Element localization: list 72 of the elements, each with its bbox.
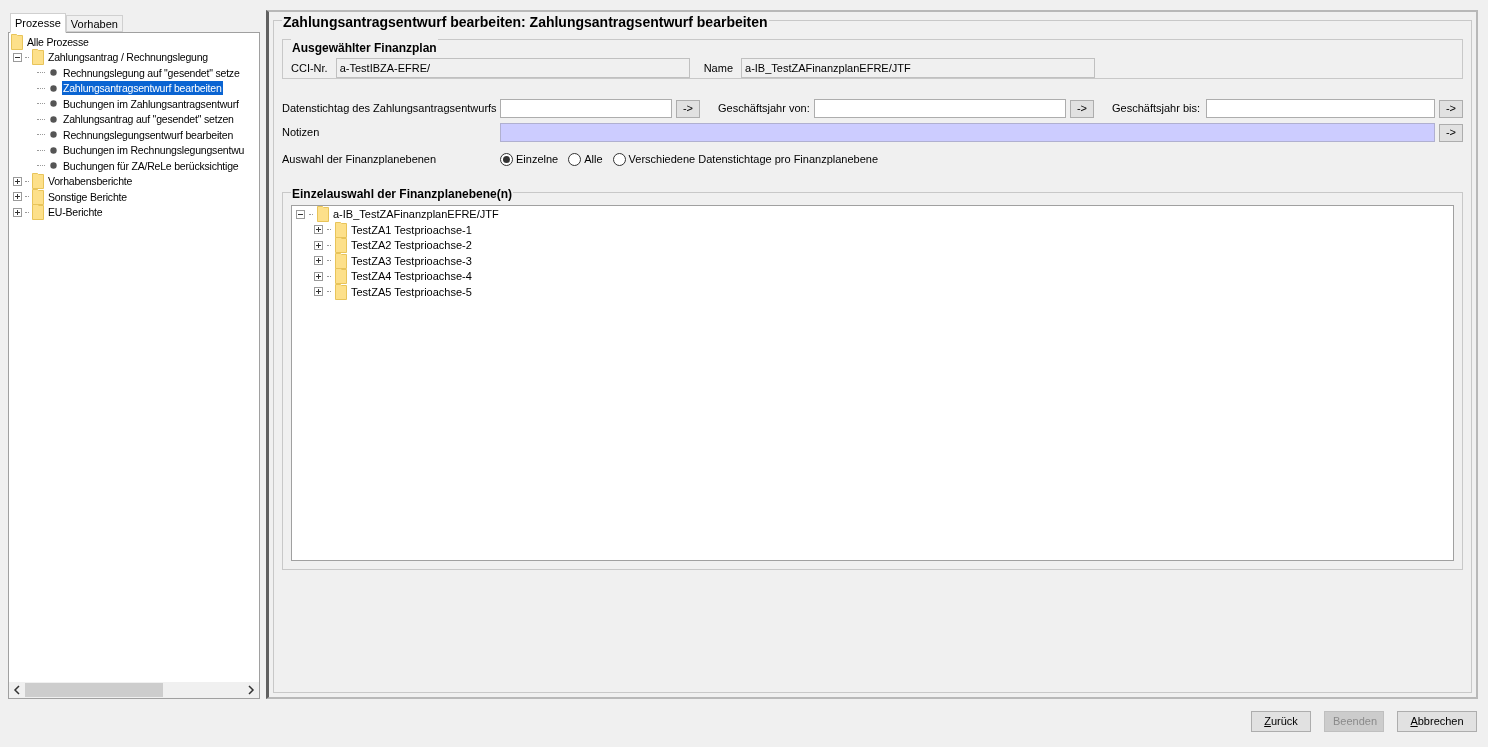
expand-icon[interactable] [314,240,323,250]
folder-icon [335,237,347,254]
bullet-icon [50,84,57,92]
readonly-field: a-IB_TestZAFinanzplanEFRE/JTF [741,58,1095,78]
tree-item[interactable]: TestZA2 Testprioachse-2 [351,238,472,253]
year-to-field[interactable] [1206,99,1435,118]
field-label: Name [703,60,733,76]
tree-item[interactable]: TestZA1 Testprioachse-1 [351,222,472,237]
folder-icon [32,188,44,205]
tree-item[interactable]: TestZA4 Testprioachse-4 [351,269,472,284]
field-label: CCI-Nr. [291,60,328,76]
bullet-icon [50,115,57,123]
folder-icon [317,206,329,223]
tree-item[interactable]: Rechnungslegungsentwurf bearbeiten [62,127,235,142]
tree-item[interactable]: Sonstige Berichte [47,189,128,204]
folder-icon [32,173,44,190]
radio-option[interactable]: Alle [568,151,603,168]
bullet-icon [50,100,57,108]
bullet-icon [50,146,57,154]
tree-item[interactable]: Buchungen im Rechnungslegungsentwu [62,143,246,158]
expand-icon[interactable] [13,192,22,202]
field-label: Geschäftsjahr bis: [1112,101,1202,117]
tree-item[interactable]: TestZA3 Testprioachse-3 [351,253,472,268]
expand-icon[interactable] [314,256,323,266]
tree-item[interactable]: Vorhabensberichte [47,174,134,189]
folder-icon [335,283,347,300]
bullet-icon [50,131,57,139]
collapse-icon[interactable] [296,209,305,219]
collapse-icon[interactable] [13,52,22,62]
expand-icon[interactable] [314,225,323,235]
tree-item[interactable]: TestZA5 Testprioachse-5 [351,284,472,299]
radio-option[interactable]: Einzelne [500,151,559,168]
tree-item[interactable]: Buchungen für ZA/ReLe berücksichtige [62,158,240,173]
apply-button[interactable]: -> [676,99,700,118]
apply-button[interactable]: -> [1439,123,1463,142]
expand-icon[interactable] [314,287,323,297]
readonly-field: a-TestIBZA-EFRE/ [335,58,690,78]
bullet-icon [50,69,57,77]
year-from-field[interactable] [814,99,1066,118]
field-label: Datenstichtag des Zahlungsantragsentwurfs [282,101,496,117]
tree-item[interactable]: Rechnungslegung auf "gesendet" setze [62,65,241,80]
expand-icon[interactable] [13,176,22,186]
tree-item[interactable]: Zahlungsantragsentwurf bearbeiten [62,81,223,96]
dialog-button[interactable]: Zurück [1251,711,1311,732]
field-label: Geschäftsjahr von: [718,101,810,117]
folder-icon [11,33,23,50]
folder-icon [335,221,347,238]
section-title: Ausgewählter Finanzplan [291,39,438,57]
tree-item[interactable]: Zahlungsantrag auf "gesendet" setzen [62,112,235,127]
bullet-icon [50,162,57,170]
apply-button[interactable]: -> [1439,99,1463,118]
tab[interactable]: Vorhaben [65,15,123,32]
expand-icon[interactable] [314,271,323,281]
expand-icon[interactable] [13,207,22,217]
field-label: Auswahl der Finanzplanebenen [282,152,438,167]
tree-item[interactable]: a-IB_TestZAFinanzplanEFRE/JTF [333,207,499,222]
tree-item[interactable]: Alle Prozesse [26,34,90,49]
field-label: Notizen [282,125,321,141]
horizontal-scrollbar[interactable] [9,682,259,698]
tab[interactable]: Prozesse [10,13,66,33]
dialog-button[interactable]: Abbrechen [1397,711,1477,732]
folder-icon [335,252,347,269]
folder-icon [32,49,44,66]
radio-option[interactable]: Verschiedene Datenstichtage pro Finanzplanebene [612,151,879,168]
notes-field[interactable] [500,123,1435,142]
folder-icon [32,204,44,221]
date-field[interactable] [500,99,672,118]
folder-icon [335,268,347,285]
tree-item[interactable]: Buchungen im Zahlungsantragsentwurf [62,96,240,111]
tree-item[interactable]: Zahlungsantrag / Rechnungslegung [47,50,209,65]
tree-item[interactable]: EU-Berichte [47,205,104,220]
apply-button[interactable]: -> [1070,99,1094,118]
